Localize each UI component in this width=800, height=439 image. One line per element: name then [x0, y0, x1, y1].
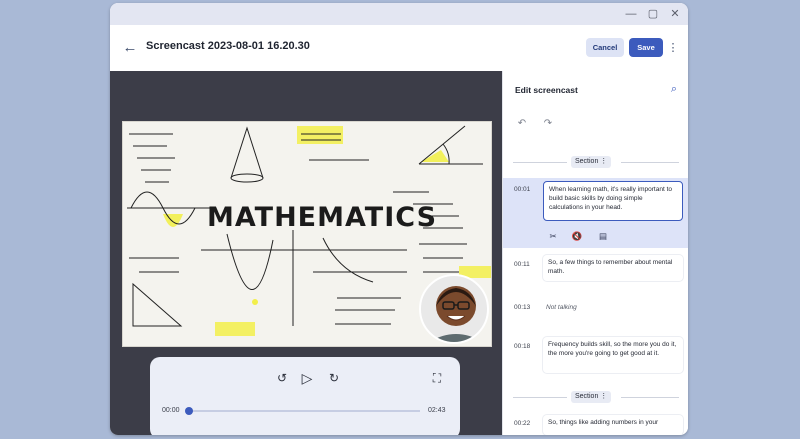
presenter-avatar: [419, 274, 489, 344]
maximize-icon[interactable]: ▢: [645, 6, 661, 22]
search-icon[interactable]: ⌕: [666, 81, 682, 97]
redo-icon[interactable]: ↷: [541, 117, 555, 131]
title-bar: — ▢ ✕: [110, 3, 688, 25]
more-vert-icon[interactable]: ⋮: [667, 39, 679, 57]
section-divider: Section ⋮: [513, 391, 679, 403]
silence-note: Not talking: [546, 304, 577, 311]
current-time: 00:00: [162, 407, 180, 414]
entry-time: 00:22: [514, 420, 531, 427]
forward-10-icon[interactable]: ↻: [325, 369, 343, 387]
entry-time: 00:18: [514, 343, 531, 350]
undo-icon[interactable]: ↶: [515, 117, 529, 131]
seek-bar[interactable]: [188, 410, 420, 412]
video-frame[interactable]: MATHEMATICS: [122, 121, 492, 347]
section-divider: Section ⋮: [513, 156, 679, 168]
transcript-text[interactable]: So, things like adding numbers in your: [543, 415, 683, 435]
panel-title: Edit screencast: [515, 85, 578, 95]
section-chip[interactable]: Section ⋮: [571, 156, 612, 168]
minimize-icon[interactable]: —: [623, 6, 639, 22]
transcript-text[interactable]: When learning math, it's really importan…: [543, 181, 683, 221]
video-stage: MATHEMATICS ↺ ▷ ↻ ⛶ 00:00 02:43: [110, 71, 502, 435]
mute-icon[interactable]: 🔇: [571, 230, 583, 242]
edit-panel: Edit screencast ⌕ ↶ ↷ Section ⋮ 00:01 Wh…: [502, 71, 688, 435]
close-icon[interactable]: ✕: [667, 6, 683, 22]
playback-controls: ↺ ▷ ↻ ⛶ 00:00 02:43: [150, 357, 460, 435]
cancel-button[interactable]: Cancel: [586, 38, 624, 57]
scissors-icon[interactable]: ✂: [547, 230, 559, 242]
arrow-left-icon[interactable]: ←: [120, 38, 140, 58]
entry-time: 00:11: [514, 261, 530, 268]
play-icon[interactable]: ▷: [298, 369, 316, 387]
seek-thumb[interactable]: [185, 407, 193, 415]
replay-10-icon[interactable]: ↺: [273, 369, 291, 387]
screencast-window: — ▢ ✕ ← Screencast 2023-08-01 16.20.30 C…: [110, 3, 688, 435]
document-icon[interactable]: ▤: [597, 230, 609, 242]
app-bar: ← Screencast 2023-08-01 16.20.30 Cancel …: [110, 25, 688, 71]
fullscreen-icon[interactable]: ⛶: [428, 369, 446, 387]
entry-time: 00:01: [514, 186, 531, 193]
video-headline: MATHEMATICS: [207, 202, 438, 233]
page-title: Screencast 2023-08-01 16.20.30: [146, 40, 310, 52]
transcript-text[interactable]: So, a few things to remember about menta…: [543, 255, 683, 281]
duration: 02:43: [428, 407, 446, 414]
entry-time: 00:13: [514, 304, 531, 311]
section-chip[interactable]: Section ⋮: [571, 391, 612, 403]
transcript-text[interactable]: Frequency builds skill, so the more you …: [543, 337, 683, 373]
save-button[interactable]: Save: [629, 38, 663, 57]
